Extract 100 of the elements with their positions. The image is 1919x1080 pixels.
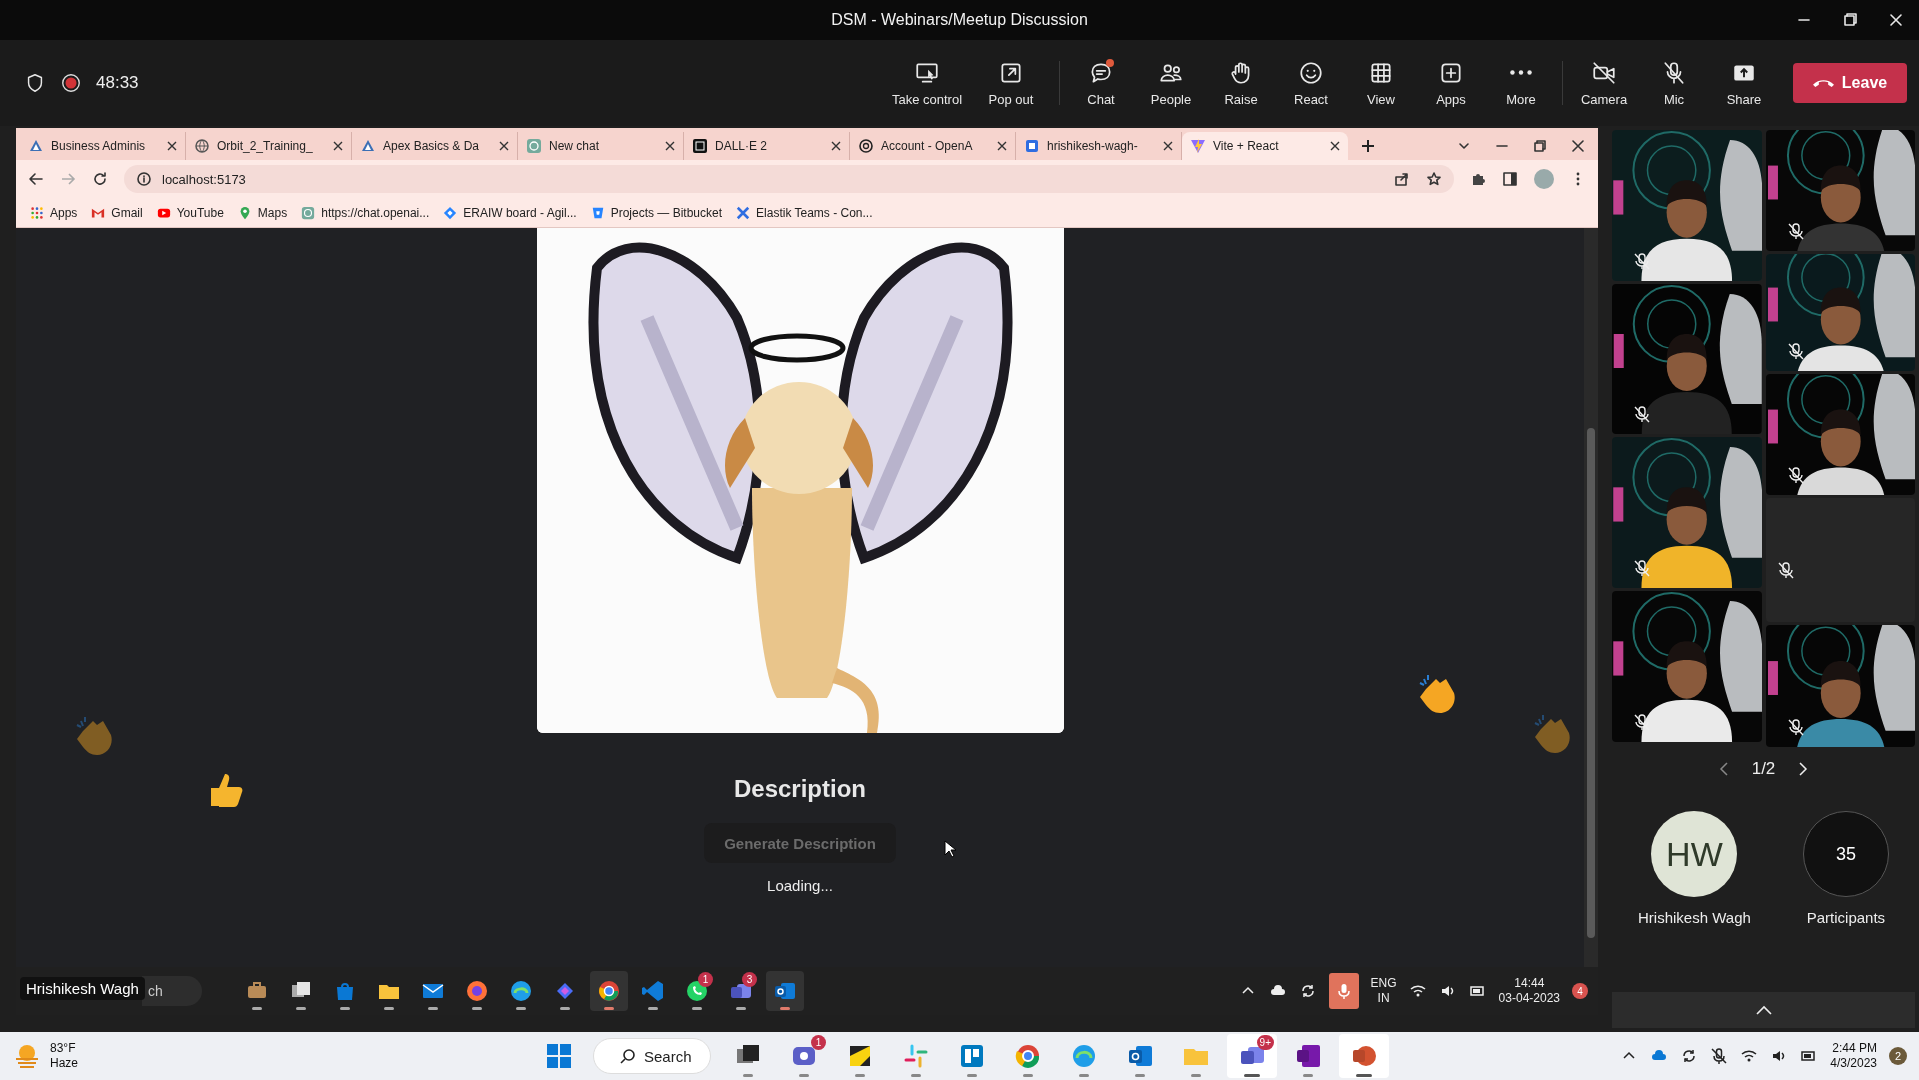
close-icon[interactable] bbox=[1163, 141, 1173, 151]
browser-tab[interactable]: Vite + React bbox=[1182, 132, 1348, 160]
close-icon[interactable] bbox=[333, 141, 343, 151]
site-icon bbox=[301, 205, 316, 220]
notification-badge: 1 bbox=[698, 972, 713, 987]
site-icon bbox=[526, 138, 542, 154]
site-icon bbox=[1024, 138, 1040, 154]
close-icon[interactable] bbox=[997, 141, 1007, 151]
pop-out-button[interactable]: Pop out bbox=[969, 53, 1053, 113]
tab-title: Business Adminis bbox=[51, 139, 147, 153]
chevron-left-icon[interactable] bbox=[1717, 761, 1730, 777]
meeting-timer: 48:33 bbox=[96, 73, 139, 93]
window-title: DSM - Webinars/Meetup Discussion bbox=[831, 11, 1088, 29]
participant-name: Hrishikesh Wagh bbox=[1638, 909, 1751, 926]
weather-condition: Haze bbox=[50, 1056, 78, 1071]
leave-button[interactable]: Leave bbox=[1793, 63, 1907, 103]
initials-avatar[interactable]: HW bbox=[1651, 811, 1738, 897]
camera-button[interactable]: Camera bbox=[1569, 53, 1639, 113]
language-indicator[interactable]: ENG bbox=[1370, 976, 1397, 991]
chat-button[interactable]: Chat bbox=[1066, 53, 1136, 113]
search-field[interactable]: Search bbox=[593, 1038, 711, 1074]
side-panel-icon[interactable] bbox=[1502, 171, 1518, 187]
chevron-down-icon[interactable] bbox=[1458, 140, 1470, 152]
notification-count[interactable]: 4 bbox=[1572, 983, 1588, 999]
search-icon bbox=[620, 1048, 636, 1064]
share-button[interactable]: Share bbox=[1709, 53, 1779, 113]
cross-icon bbox=[736, 205, 751, 220]
taskbar-app[interactable]: 1 bbox=[678, 971, 716, 1011]
react-button[interactable]: React bbox=[1276, 53, 1346, 113]
clock-date[interactable]: 03-04-2023 bbox=[1498, 991, 1560, 1006]
close-icon[interactable] bbox=[665, 141, 675, 151]
notification-badge: 9+ bbox=[1256, 1035, 1274, 1050]
address-bar[interactable]: localhost:5173 bbox=[124, 165, 1454, 193]
wave-globe-icon bbox=[509, 979, 533, 1003]
taskbar-app[interactable]: 3 bbox=[722, 971, 760, 1011]
loading-text: Loading... bbox=[767, 877, 833, 894]
region-indicator[interactable]: IN bbox=[1377, 991, 1390, 1006]
close-icon[interactable] bbox=[831, 141, 841, 151]
take-control-button[interactable]: Take control bbox=[885, 53, 969, 113]
view-button[interactable]: View bbox=[1346, 53, 1416, 113]
notification-count[interactable]: 2 bbox=[1889, 1047, 1907, 1065]
more-button[interactable]: More bbox=[1486, 53, 1556, 113]
tab-title: New chat bbox=[549, 139, 601, 153]
restore-icon[interactable] bbox=[1534, 140, 1546, 152]
hash-icon bbox=[902, 1042, 930, 1070]
chevron-right-icon[interactable] bbox=[1797, 761, 1810, 777]
section-heading: Description bbox=[734, 775, 866, 803]
tab-title: hrishikesh-wagh- bbox=[1047, 139, 1139, 153]
bookmark[interactable]: YouTube bbox=[156, 205, 224, 220]
bookmark[interactable]: Apps bbox=[30, 205, 78, 220]
presenter-name: Hrishikesh Wagh bbox=[20, 977, 145, 1000]
browser-icon bbox=[597, 979, 621, 1003]
reload-icon[interactable] bbox=[92, 171, 108, 187]
clock-date[interactable]: 4/3/2023 bbox=[1830, 1056, 1877, 1071]
close-icon[interactable] bbox=[167, 141, 177, 151]
share-icon[interactable] bbox=[1394, 171, 1410, 187]
close-icon[interactable] bbox=[499, 141, 509, 151]
bookmark[interactable]: Projects — Bitbucket bbox=[590, 205, 723, 220]
tab-title: Orbit_2_Training_ bbox=[217, 139, 314, 153]
back-icon[interactable] bbox=[28, 171, 44, 187]
browser-icon bbox=[1014, 1042, 1042, 1070]
site-icon bbox=[194, 138, 210, 154]
people-button[interactable]: People bbox=[1136, 53, 1206, 113]
raise-hand-button[interactable]: Raise bbox=[1206, 53, 1276, 113]
bookmark[interactable]: Elastik Teams - Con... bbox=[736, 205, 873, 220]
microphone-in-use-icon[interactable] bbox=[1328, 973, 1359, 1009]
taskbar-app[interactable] bbox=[590, 971, 628, 1011]
bookmark[interactable]: Gmail bbox=[91, 205, 143, 220]
clock-time[interactable]: 2:44 PM bbox=[1832, 1041, 1877, 1056]
mic-button[interactable]: Mic bbox=[1639, 53, 1709, 113]
puzzle-icon[interactable] bbox=[1470, 171, 1486, 187]
new-tab-icon[interactable] bbox=[1360, 138, 1376, 154]
windows-logo-icon[interactable] bbox=[545, 1042, 573, 1070]
tab-title: Vite + React bbox=[1213, 139, 1280, 153]
chevron-up-icon bbox=[1754, 1004, 1773, 1016]
bookmark[interactable]: Maps bbox=[237, 205, 288, 220]
site-icon bbox=[1190, 138, 1206, 154]
taskbar-app[interactable]: 1 bbox=[779, 1034, 829, 1078]
diamond-icon bbox=[443, 205, 458, 220]
muted-microphone-icon[interactable] bbox=[1710, 1047, 1729, 1065]
close-icon[interactable] bbox=[1330, 141, 1340, 151]
bookmark[interactable]: ERAIW board - Agil... bbox=[443, 205, 577, 220]
close-icon[interactable] bbox=[1572, 140, 1584, 152]
apps-button[interactable]: Apps bbox=[1416, 53, 1486, 113]
clock-time[interactable]: 14:44 bbox=[1514, 976, 1545, 991]
taskbar-app[interactable]: 9+ bbox=[1227, 1034, 1277, 1078]
notification-badge: 3 bbox=[742, 972, 757, 987]
wave-globe-icon bbox=[1070, 1042, 1098, 1070]
bookmark[interactable]: https://chat.openai... bbox=[301, 205, 430, 220]
participant-count[interactable]: 35 bbox=[1802, 811, 1889, 897]
scrollbar[interactable] bbox=[1584, 228, 1598, 967]
star-icon[interactable] bbox=[1426, 171, 1442, 187]
smiley-icon bbox=[1298, 59, 1324, 86]
tab-title: DALL·E 2 bbox=[715, 139, 769, 153]
temperature: 83°F bbox=[50, 1041, 76, 1056]
code-editor-icon bbox=[641, 979, 665, 1003]
board-icon bbox=[958, 1042, 986, 1070]
search-field[interactable]: ch bbox=[142, 976, 202, 1006]
info-icon bbox=[136, 171, 152, 187]
site-icon bbox=[360, 138, 376, 154]
